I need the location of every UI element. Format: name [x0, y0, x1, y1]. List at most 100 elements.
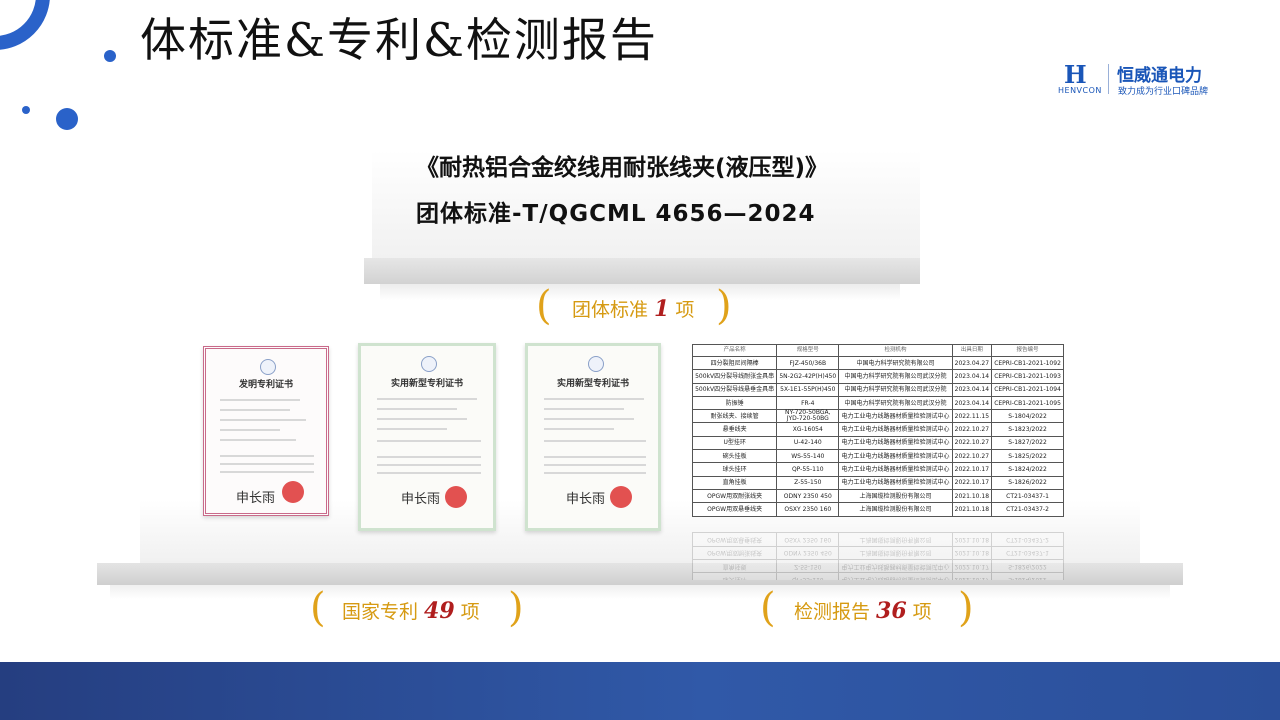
table-cell: CT21-03437-1 [991, 488, 1064, 504]
table-cell: 2023.04.27 [951, 355, 993, 371]
table-cell: 2021.10.18 [952, 532, 992, 547]
official-seal-icon [610, 486, 632, 508]
table-cell: 2022.11.15 [951, 409, 993, 424]
table-cell: WS-55-140 [776, 449, 840, 464]
decorative-dot [56, 108, 78, 130]
table-cell: 2022.10.27 [951, 422, 993, 437]
table-cell: S-1826/2022 [991, 475, 1064, 490]
table-cell: CEPRI-CB1-2021-1093 [991, 369, 1064, 384]
table-cell: OPGW用双耐张线夹 [692, 546, 777, 560]
table-header-cell: 出具日期 [951, 344, 993, 357]
table-row: 四分裂阻尼间隔棒 FJZ-450/36B 中国电力科学研究院有限公司 2023.04.… [691, 355, 1064, 371]
table-cell: U-42-140 [776, 435, 840, 451]
table-header-cell: 检测机构 [838, 344, 953, 357]
footer-bar [0, 662, 1280, 720]
company-slogan: 致力成为行业口碑品牌 [1118, 87, 1209, 97]
table-cell: 5N-2G2-42P(H)450 [776, 369, 840, 384]
laurel-left-icon: ( [760, 585, 776, 631]
table-row: 耐张线夹、接续管 NY-720-50BGA, JYD-720-50BG 电力工业电力… [691, 409, 1064, 424]
count-value: 49 [424, 598, 455, 624]
emblem-icon [421, 356, 437, 372]
table-cell: QP-55-110 [776, 462, 840, 477]
table-reflection: 产品名称规格型号检测机构出具日期报告编号 四分裂阻尼间隔棒FJZ-450/36B… [692, 532, 1064, 580]
table-cell: 上海国缆检测股份有限公司 [838, 488, 953, 504]
decorative-dot [22, 106, 30, 114]
table-cell: S-1824/2022 [991, 462, 1064, 477]
table-cell: 上海国缆检测股份有限公司 [838, 502, 953, 517]
standard-code: 团体标准-T/QGCML 4656—2024 [416, 201, 816, 227]
laurel-right-icon: ) [508, 585, 524, 631]
table-cell: CEPRI-CB1-2021-1095 [991, 395, 1064, 411]
table-cell: 2022.10.27 [951, 449, 993, 464]
table-cell: CEPRI-CB1-2021-1094 [991, 382, 1064, 397]
invention-patent-certificate: 发明专利证书 申长雨 [203, 346, 329, 516]
count-unit: 项 [912, 601, 932, 623]
table-cell: 电力工业电力线路器材质量检验测试中心 [838, 449, 953, 464]
table-cell: 直角挂板 [692, 559, 777, 573]
table-row: 500kV四分裂导线耐张金具串 5N-2G2-42P(H)450 中国电力科学研究院… [691, 369, 1064, 384]
table-cell: OSXY 2350 160 [776, 532, 839, 547]
table-header-cell: 规格型号 [776, 344, 840, 357]
laurel-right-icon: ) [958, 585, 974, 631]
decorative-dot [104, 50, 116, 62]
table-cell: 电力工业电力线路器材质量检验测试中心 [838, 422, 953, 437]
decorative-ring [0, 0, 50, 50]
patent-count: 国家专利 49 项 [342, 597, 480, 624]
table-cell: 上海国缆检测股份有限公司 [838, 546, 953, 560]
table-reflection-copy: 产品名称规格型号检测机构出具日期报告编号 四分裂阻尼间隔棒FJZ-450/36B… [692, 532, 1064, 580]
table-cell: 2021.10.18 [952, 546, 992, 560]
table-cell: 2021.10.18 [951, 502, 993, 517]
laurel-left-icon: ( [536, 283, 552, 329]
table-cell: 球头挂环 [692, 572, 777, 580]
company-name: 恒威通电力 [1117, 66, 1202, 86]
table-cell: XG-16054 [776, 422, 840, 437]
table-cell: 电力工业电力线路器材质量检验测试中心 [838, 572, 953, 580]
table-row: OPGW用双耐张线夹 ODNY 2350 450 上海国缆检测股份有限公司 2021.… [692, 546, 1064, 560]
signature: 申长雨 [401, 492, 441, 507]
table-cell: 碗头挂板 [691, 449, 778, 464]
official-seal-icon [445, 486, 467, 508]
standard-name: 《耐热铝合金绞线用耐张线夹(液压型)》 [416, 155, 829, 181]
table-cell: ODNY 2350 450 [776, 488, 840, 504]
count-value: 36 [876, 598, 907, 624]
table-cell: S-1825/2022 [991, 449, 1064, 464]
table-cell: 2022.10.17 [952, 559, 992, 573]
table-cell: 2022.10.17 [951, 475, 993, 490]
platform-shadow [110, 585, 1170, 599]
official-seal-icon [282, 481, 304, 503]
table-cell: NY-720-50BGA, JYD-720-50BG [776, 409, 840, 424]
signature: 申长雨 [236, 491, 276, 506]
count-unit: 项 [675, 299, 695, 321]
table-cell: 电力工业电力线路器材质量检验测试中心 [838, 409, 953, 424]
table-cell: 中国电力科学研究院有限公司武汉分院 [838, 369, 953, 384]
emblem-icon [588, 356, 604, 372]
table-cell: 上海国缆检测股份有限公司 [838, 532, 953, 547]
table-row: 悬垂线夹 XG-16054 电力工业电力线路器材质量检验测试中心 2022.10.27… [691, 422, 1064, 437]
table-cell: 悬垂线夹 [691, 422, 778, 437]
table-cell: CT21-03437-2 [991, 532, 1064, 547]
table-header-cell: 报告编号 [991, 344, 1064, 357]
table-cell: 2022.10.27 [951, 435, 993, 451]
signature: 申长雨 [566, 492, 606, 507]
table-cell: 中国电力科学研究院有限公司武汉分院 [838, 382, 953, 397]
table-cell: OPGW用双悬垂线夹 [692, 532, 777, 547]
table-row: 球头挂环 QP-55-110 电力工业电力线路器材质量检验测试中心 2022.10.1… [692, 572, 1064, 580]
table-cell: Z-55-150 [776, 475, 840, 490]
table-cell: 500kV四分裂导线悬垂金具串 [691, 382, 778, 397]
table-row: OPGW用双悬垂线夹 OSXY 2350 160 上海国缆检测股份有限公司 2021.… [691, 502, 1064, 517]
count-label: 团体标准 [572, 299, 649, 321]
table-cell: S-1827/2022 [991, 435, 1064, 451]
table-row: 500kV四分裂导线悬垂金具串 5X-1E1-55P(H)450 中国电力科学研究院… [691, 382, 1064, 397]
table-cell: S-1804/2022 [991, 409, 1064, 424]
table-row: U型挂环 U-42-140 电力工业电力线路器材质量检验测试中心 2022.10.27… [691, 435, 1064, 451]
table-cell: 中国电力科学研究院有限公司 [838, 355, 953, 371]
report-count: 检测报告 36 项 [794, 597, 932, 624]
table-cell: QP-55-110 [776, 572, 839, 580]
laurel-left-icon: ( [310, 585, 326, 631]
table-cell: OPGW用双耐张线夹 [691, 488, 778, 504]
table-cell: 2023.04.14 [951, 369, 993, 384]
table-cell: 2021.10.18 [951, 488, 993, 504]
table-cell: 2022.10.17 [951, 462, 993, 477]
table-row: OPGW用双耐张线夹 ODNY 2350 450 上海国缆检测股份有限公司 2021.… [691, 488, 1064, 504]
table-cell: 5X-1E1-55P(H)450 [776, 382, 840, 397]
